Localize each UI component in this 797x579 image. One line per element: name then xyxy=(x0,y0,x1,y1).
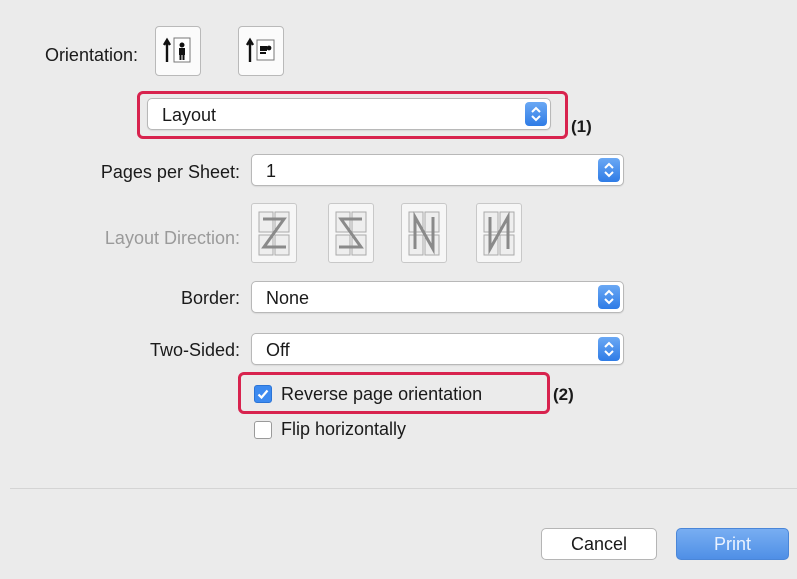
layout-direction-reverse-z-button[interactable] xyxy=(328,203,374,263)
landscape-icon xyxy=(245,37,275,62)
landscape-orientation-button[interactable] xyxy=(238,26,284,76)
layout-direction-z-button[interactable] xyxy=(251,203,297,263)
callout-2-number: (2) xyxy=(553,385,574,404)
border-value: None xyxy=(266,288,310,308)
orientation-label: Orientation: xyxy=(44,45,138,65)
flip-horizontally-label[interactable]: Flip horizontally xyxy=(281,419,406,440)
callout-1-number: (1) xyxy=(571,117,592,136)
reverse-z-direction-icon xyxy=(335,211,367,256)
stepper-icon xyxy=(598,285,620,309)
checkmark-icon xyxy=(257,389,269,400)
section-popup[interactable]: Layout xyxy=(147,98,551,130)
reverse-orientation-checkbox[interactable] xyxy=(254,385,272,403)
pages-per-sheet-value: 1 xyxy=(266,161,277,181)
two-sided-label: Two-Sided: xyxy=(149,340,240,360)
two-sided-popup[interactable]: Off xyxy=(251,333,624,365)
flip-horizontally-checkbox[interactable] xyxy=(254,421,272,439)
stepper-icon xyxy=(598,337,620,361)
portrait-icon xyxy=(162,37,191,63)
border-label: Border: xyxy=(180,288,240,308)
n-direction-icon xyxy=(408,211,440,256)
layout-direction-n-button[interactable] xyxy=(401,203,447,263)
pages-per-sheet-label: Pages per Sheet: xyxy=(100,162,240,182)
reverse-orientation-label[interactable]: Reverse page orientation xyxy=(281,384,482,405)
border-popup[interactable]: None xyxy=(251,281,624,313)
pages-per-sheet-popup[interactable]: 1 xyxy=(251,154,624,186)
print-button[interactable]: Print xyxy=(676,528,789,560)
cancel-button[interactable]: Cancel xyxy=(541,528,657,560)
z-direction-icon xyxy=(258,211,290,256)
section-popup-value: Layout xyxy=(162,105,217,125)
footer-divider xyxy=(10,488,797,489)
stepper-icon xyxy=(525,102,547,126)
layout-direction-label: Layout Direction: xyxy=(104,228,240,248)
layout-direction-reverse-n-button[interactable] xyxy=(476,203,522,263)
reverse-n-direction-icon xyxy=(483,211,515,256)
stepper-icon xyxy=(598,158,620,182)
portrait-orientation-button[interactable] xyxy=(155,26,201,76)
two-sided-value: Off xyxy=(266,340,290,360)
